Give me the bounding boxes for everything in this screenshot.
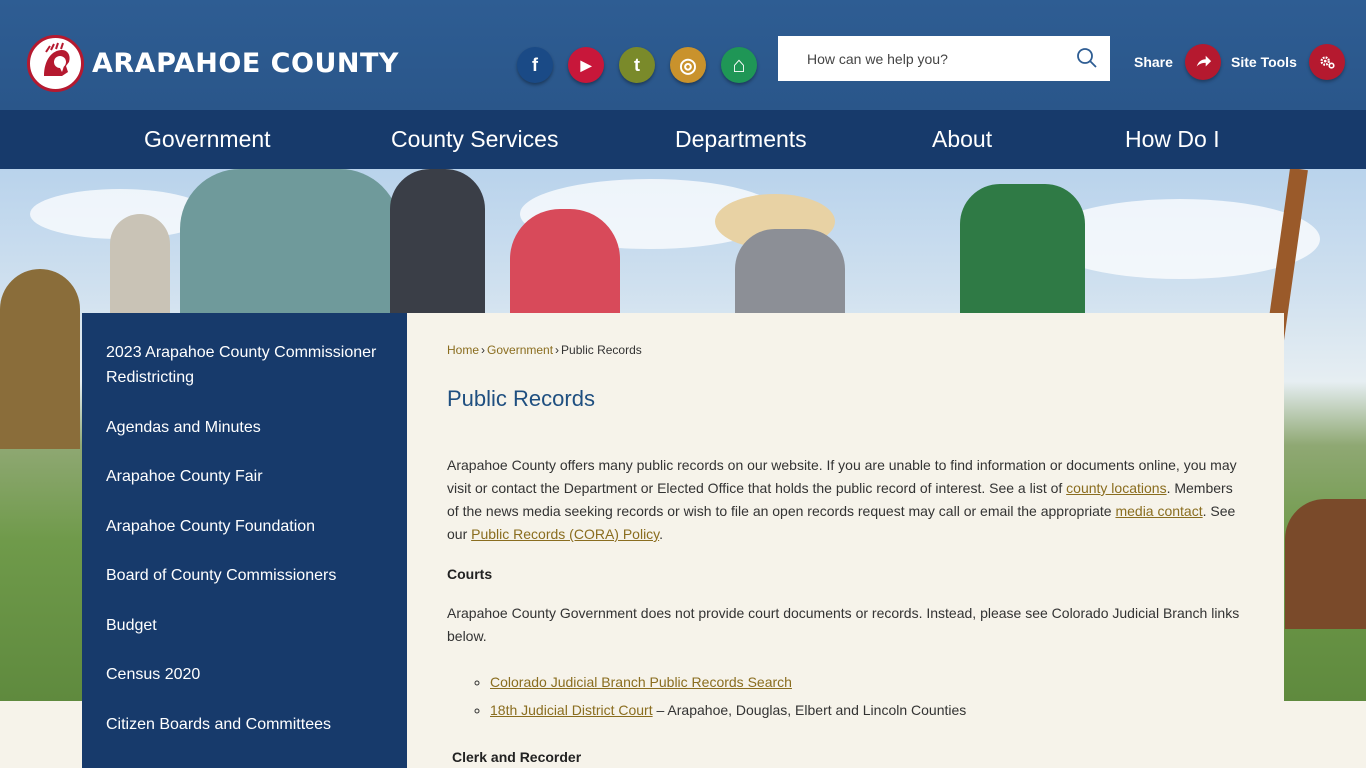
clerk-recorder-heading: Clerk and Recorder xyxy=(452,749,582,765)
social-links: f ▶ t ◎ ⌂ xyxy=(517,47,757,83)
share-button[interactable]: Share xyxy=(1134,44,1221,80)
instagram-icon[interactable]: ◎ xyxy=(670,47,706,83)
county-locations-link[interactable]: county locations xyxy=(1066,480,1166,496)
sidebar-item-board-commissioners[interactable]: Board of County Commissioners xyxy=(82,563,407,588)
sidebar-item-budget[interactable]: Budget xyxy=(82,613,407,638)
site-logo[interactable]: ARAPAHOE COUNTY xyxy=(27,35,399,92)
courts-link-list: Colorado Judicial Branch Public Records … xyxy=(490,668,1244,724)
sidebar-nav: 2023 Arapahoe County Commissioner Redist… xyxy=(82,313,407,768)
courts-paragraph: Arapahoe County Government does not prov… xyxy=(447,605,1240,644)
judicial-records-search-link[interactable]: Colorado Judicial Branch Public Records … xyxy=(490,674,792,690)
main-content: Home › Government › Public Records Public Re… xyxy=(407,313,1284,768)
breadcrumb-separator: › xyxy=(555,343,560,357)
breadcrumb-home[interactable]: Home xyxy=(447,343,479,357)
site-tools-label: Site Tools xyxy=(1231,54,1297,70)
breadcrumb-government[interactable]: Government xyxy=(487,343,553,357)
gears-icon xyxy=(1308,44,1345,80)
list-item: 18th Judicial District Court – Arapahoe,… xyxy=(490,696,1244,724)
nav-how-do-i[interactable]: How Do I xyxy=(1125,110,1220,169)
intro-paragraph: Arapahoe County offers many public recor… xyxy=(447,454,1244,546)
share-arrow-icon xyxy=(1184,44,1221,80)
courts-heading: Courts xyxy=(447,566,493,582)
twitter-icon[interactable]: t xyxy=(619,47,655,83)
sidebar-item-redistricting[interactable]: 2023 Arapahoe County Commissioner Redist… xyxy=(82,340,407,390)
cora-policy-link[interactable]: Public Records (CORA) Policy xyxy=(471,526,659,542)
facebook-icon[interactable]: f xyxy=(517,47,553,83)
logo-text: ARAPAHOE COUNTY xyxy=(92,48,399,79)
sidebar-item-citizen-boards[interactable]: Citizen Boards and Committees xyxy=(82,712,407,737)
share-label: Share xyxy=(1134,54,1173,70)
county-seal-icon xyxy=(27,35,84,92)
district-court-description: – Arapahoe, Douglas, Elbert and Lincoln … xyxy=(652,702,967,718)
search-input[interactable] xyxy=(778,36,1058,81)
nav-about[interactable]: About xyxy=(932,110,992,169)
main-nav: Government County Services Departments A… xyxy=(0,110,1366,169)
breadcrumb-current: Public Records xyxy=(561,343,642,357)
sidebar-item-foundation[interactable]: Arapahoe County Foundation xyxy=(82,514,407,539)
sidebar-item-agendas-minutes[interactable]: Agendas and Minutes xyxy=(82,415,407,440)
intro-text: . xyxy=(659,526,664,542)
district-court-link[interactable]: 18th Judicial District Court xyxy=(490,702,653,718)
nav-county-services[interactable]: County Services xyxy=(391,110,558,169)
page-title: Public Records xyxy=(447,386,595,411)
home-icon[interactable]: ⌂ xyxy=(721,47,757,83)
media-contact-link[interactable]: media contact xyxy=(1115,503,1202,519)
nav-government[interactable]: Government xyxy=(144,110,271,169)
site-header: ARAPAHOE COUNTY f ▶ t ◎ ⌂ Share Site Too… xyxy=(0,0,1366,110)
breadcrumb-separator: › xyxy=(481,343,486,357)
youtube-icon[interactable]: ▶ xyxy=(568,47,604,83)
sidebar-item-census[interactable]: Census 2020 xyxy=(82,662,407,687)
sidebar-item-county-fair[interactable]: Arapahoe County Fair xyxy=(82,464,407,489)
site-tools-button[interactable]: Site Tools xyxy=(1231,44,1345,80)
nav-departments[interactable]: Departments xyxy=(675,110,807,169)
list-item: Colorado Judicial Branch Public Records … xyxy=(490,668,1244,696)
search-box xyxy=(778,36,1110,81)
breadcrumb: Home › Government › Public Records xyxy=(447,343,1244,357)
search-icon[interactable] xyxy=(1076,47,1098,69)
